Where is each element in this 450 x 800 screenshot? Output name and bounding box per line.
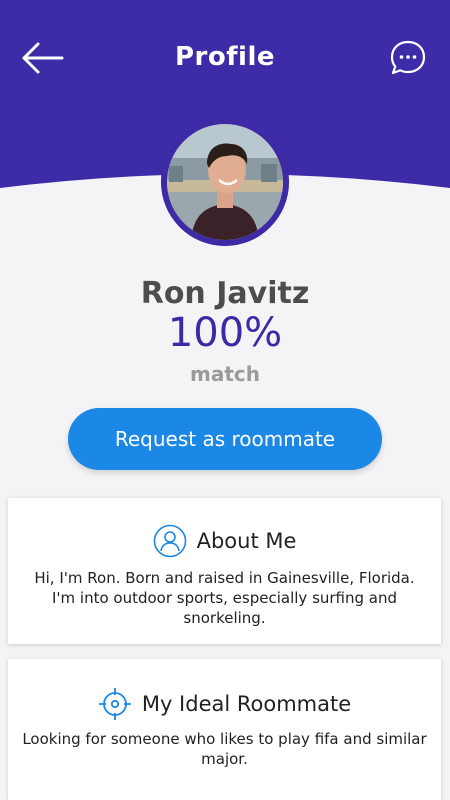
user-circle-icon	[153, 524, 186, 558]
chat-bubble-icon	[390, 40, 426, 75]
page-title: Profile	[174, 42, 275, 72]
ideal-roommate-text: Looking for someone who likes to play fi…	[22, 730, 427, 768]
match-label: match	[190, 362, 260, 386]
about-me-text: Hi, I'm Ron. Born and raised in Gainesvi…	[34, 569, 415, 627]
ideal-roommate-header: My Ideal Roommate	[8, 687, 441, 721]
about-me-header: About Me	[8, 524, 441, 558]
about-me-card: About Me Hi, I'm Ron. Born and raised in…	[8, 498, 441, 644]
ideal-roommate-title: My Ideal Roommate	[141, 692, 352, 716]
match-percentage: 100%	[167, 310, 283, 356]
ideal-roommate-card: My Ideal Roommate Looking for someone wh…	[8, 659, 441, 800]
about-me-title: About Me	[196, 529, 297, 553]
avatar-photo	[161, 118, 289, 246]
profile-name: Ron Javitz	[140, 276, 310, 311]
target-icon	[98, 688, 131, 720]
request-roommate-button[interactable]: Request as roommate	[68, 408, 382, 470]
avatar	[161, 118, 289, 246]
chat-button[interactable]	[388, 38, 428, 78]
